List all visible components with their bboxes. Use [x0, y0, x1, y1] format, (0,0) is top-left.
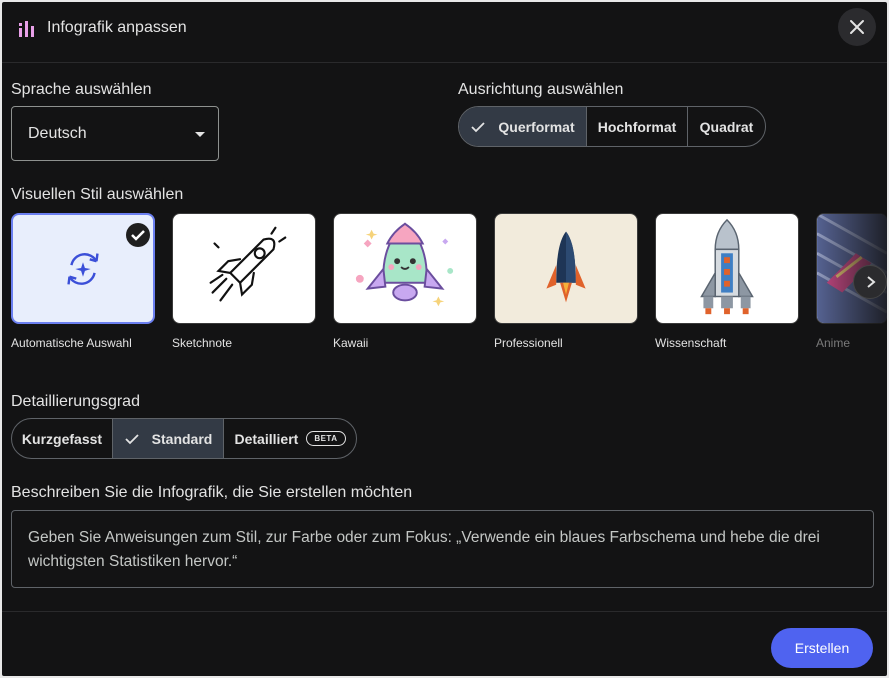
check-icon — [125, 433, 139, 444]
close-button[interactable] — [838, 8, 876, 46]
beta-badge: BETA — [306, 431, 346, 446]
infographic-dialog: Infografik anpassen Sprache auswählen De… — [2, 2, 887, 676]
close-icon — [850, 20, 864, 34]
style-label: Visuellen Stil auswählen — [11, 186, 184, 203]
orientation-option-quadrat[interactable]: Quadrat — [688, 107, 765, 146]
detail-label: Detaillierungsgrad — [11, 393, 140, 410]
orientation-option-label: Quadrat — [699, 118, 754, 135]
selected-check-badge — [126, 223, 150, 247]
style-card-label: Automatische Auswahl — [11, 336, 132, 350]
chevron-down-icon — [195, 132, 205, 137]
detail-option-label: Detailliert — [234, 430, 299, 447]
create-button[interactable]: Erstellen — [771, 628, 873, 668]
style-card-label: Kawaii — [333, 336, 369, 350]
style-card-label: Sketchnote — [172, 336, 233, 350]
style-card-kawaii[interactable] — [333, 213, 477, 324]
language-value: Deutsch — [28, 125, 87, 142]
orientation-label: Ausrichtung auswählen — [458, 81, 624, 98]
style-card-label: Anime — [816, 336, 851, 350]
description-input[interactable]: Geben Sie Anweisungen zum Stil, zur Farb… — [11, 510, 874, 588]
detail-segmented: Kurzgefasst Standard Detailliert BETA — [11, 418, 357, 459]
detail-option-kurzgefasst[interactable]: Kurzgefasst — [12, 419, 113, 458]
style-card-sketchnote[interactable] — [172, 213, 316, 324]
detail-option-detailliert[interactable]: Detailliert BETA — [224, 419, 356, 458]
detail-option-label: Kurzgefasst — [21, 430, 103, 447]
style-card-professionell[interactable] — [494, 213, 638, 324]
footer-divider — [2, 611, 887, 612]
orientation-option-label: Querformat — [498, 118, 575, 135]
dialog-header: Infografik anpassen — [2, 2, 887, 63]
carousel-next-button[interactable] — [853, 265, 887, 299]
orientation-option-label: Hochformat — [597, 118, 677, 135]
language-select[interactable]: Deutsch — [11, 106, 219, 161]
detail-option-standard[interactable]: Standard — [113, 419, 224, 458]
kawaii-rocket-icon — [355, 222, 454, 307]
dialog-title: Infografik anpassen — [47, 19, 187, 36]
style-card-wissenschaft[interactable] — [655, 213, 799, 324]
chart-bars-icon — [19, 21, 34, 37]
description-placeholder: Geben Sie Anweisungen zum Stil, zur Farb… — [28, 529, 820, 570]
style-card-label: Wissenschaft — [655, 336, 727, 350]
sketch-rocket-icon — [209, 226, 287, 302]
check-icon — [471, 121, 486, 132]
style-card-label: Professionell — [494, 336, 563, 350]
check-icon — [131, 230, 145, 241]
language-label: Sprache auswählen — [11, 81, 152, 98]
orientation-segmented: Querformat Hochformat Quadrat — [458, 106, 766, 147]
science-rocket-icon — [700, 218, 754, 315]
orientation-option-hochformat[interactable]: Hochformat — [587, 107, 688, 146]
style-card-auto[interactable] — [11, 213, 155, 324]
orientation-option-querformat[interactable]: Querformat — [459, 107, 587, 146]
description-label: Beschreiben Sie die Infografik, die Sie … — [11, 484, 413, 501]
professional-rocket-icon — [546, 231, 586, 303]
detail-option-label: Standard — [151, 430, 213, 447]
chevron-right-icon — [867, 276, 876, 288]
